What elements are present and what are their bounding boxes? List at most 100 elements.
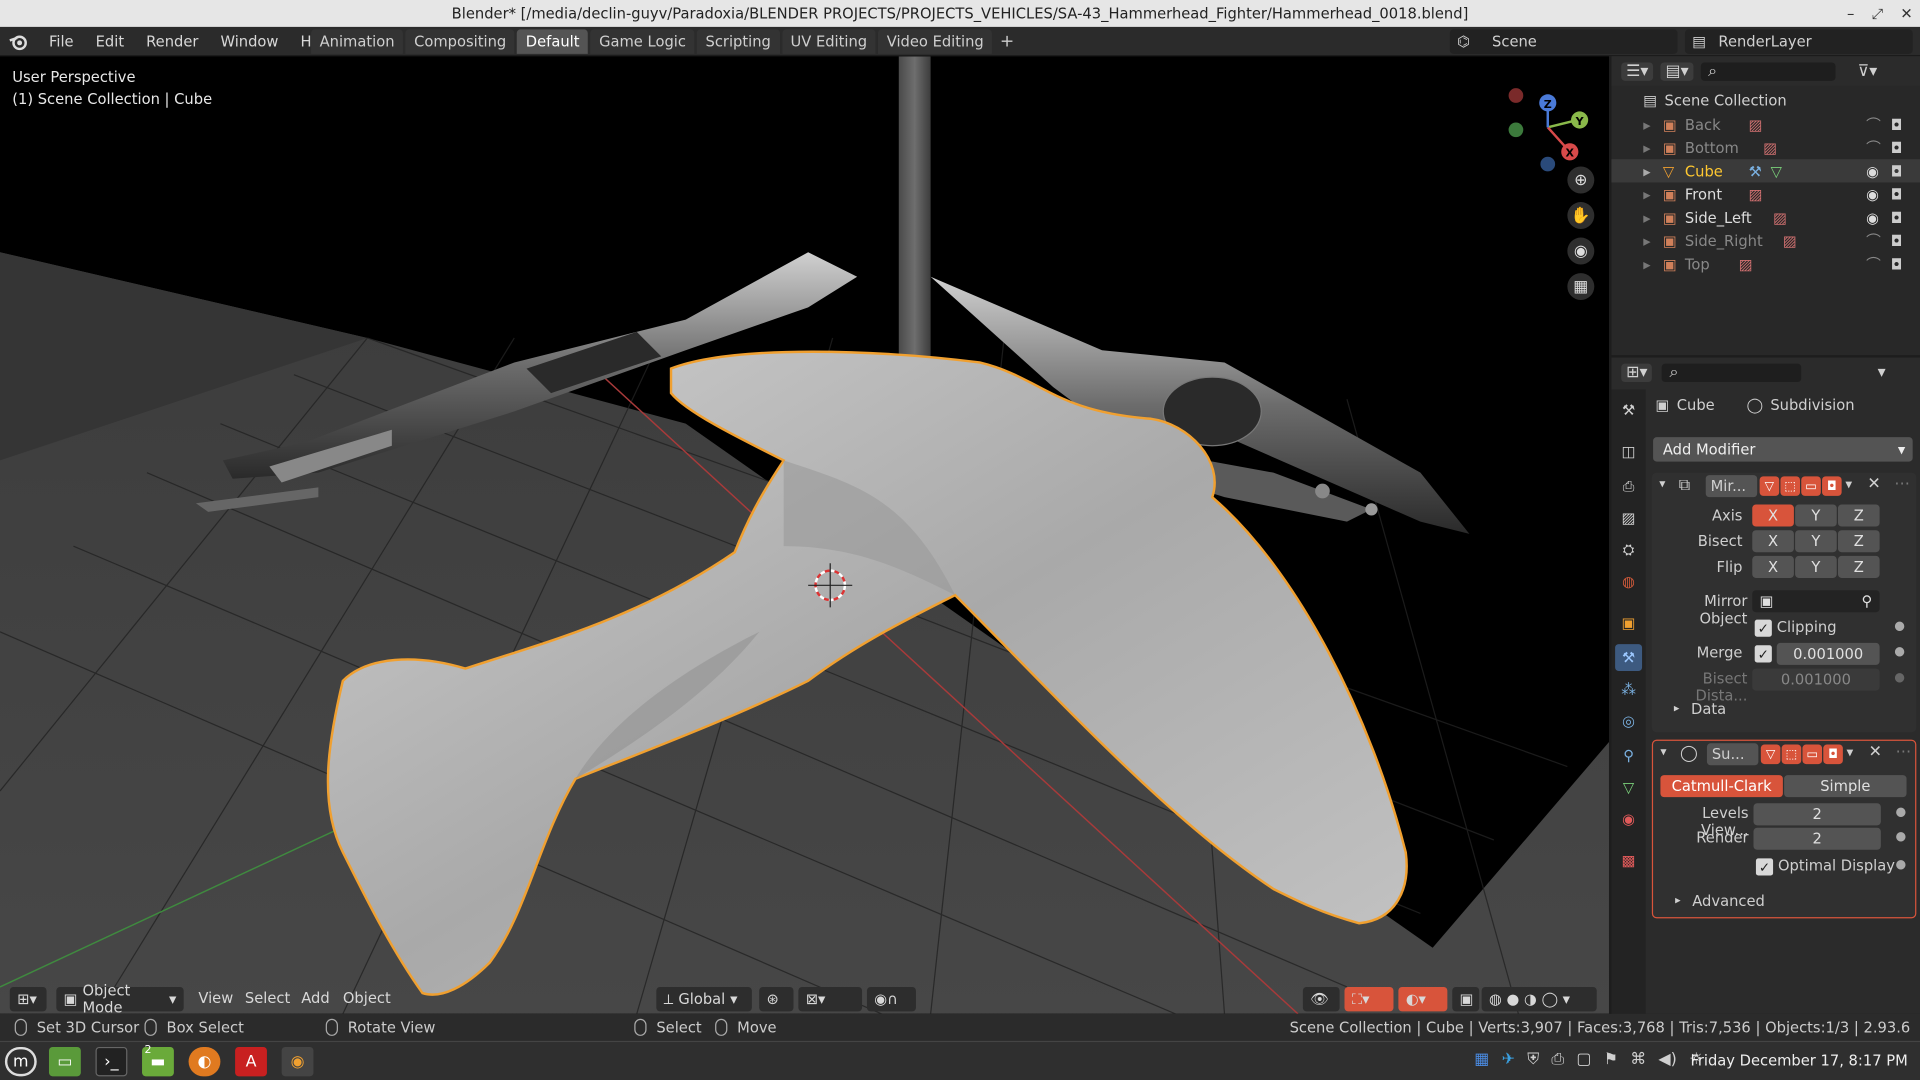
edit-mode-icon[interactable]: ▽ bbox=[1760, 744, 1781, 765]
eyedropper-icon[interactable]: ⚲ bbox=[1861, 593, 1872, 610]
select-menu[interactable]: Select bbox=[245, 989, 290, 1006]
collapse-icon[interactable]: ▾ bbox=[1659, 478, 1665, 491]
expand-icon[interactable]: ▸ bbox=[1643, 116, 1650, 133]
merge-checkbox[interactable]: ✓ bbox=[1754, 645, 1772, 663]
expand-icon[interactable]: ▸ bbox=[1643, 209, 1650, 226]
bisect-y-toggle[interactable]: Y bbox=[1795, 530, 1837, 553]
outliner-item-selected[interactable]: ▸ ▽ Cube ⚒ ▽ ◉ ◘ bbox=[1611, 159, 1920, 183]
world-tab-icon[interactable]: ◍ bbox=[1615, 568, 1642, 595]
eye-closed-icon[interactable]: ⌒ bbox=[1866, 230, 1881, 251]
texture-tab-icon[interactable]: ▩ bbox=[1615, 847, 1642, 874]
tab-scripting[interactable]: Scripting bbox=[696, 29, 780, 54]
render-toggle-icon[interactable]: ◘ bbox=[1822, 476, 1842, 496]
render-levels-field[interactable]: 2 bbox=[1753, 827, 1881, 850]
perspective-grid-icon[interactable]: ▦ bbox=[1567, 273, 1595, 301]
bisect-distance-field[interactable]: 0.001000 bbox=[1752, 668, 1880, 691]
pivot-icon[interactable]: ⊛ bbox=[759, 986, 794, 1012]
mode-selector[interactable]: ▣ Object Mode ▾ bbox=[56, 982, 184, 1014]
viewport-scene[interactable] bbox=[0, 56, 1609, 1014]
tab-animation[interactable]: Animation bbox=[311, 29, 404, 54]
maximize-button[interactable]: ⤢ bbox=[1871, 0, 1883, 27]
gizmo-toggle-icon[interactable]: ⛶▾ bbox=[1344, 986, 1394, 1012]
material-tab-icon[interactable]: ◉ bbox=[1615, 806, 1642, 833]
outliner-item[interactable]: ▸ ▣ Side_Left ▨ ◉ ◘ bbox=[1611, 206, 1920, 229]
render-toggle-icon[interactable]: ◘ bbox=[1823, 744, 1843, 765]
expand-icon[interactable]: ▸ bbox=[1643, 139, 1650, 156]
tab-video-editing[interactable]: Video Editing bbox=[878, 29, 993, 54]
tab-uv-editing[interactable]: UV Editing bbox=[781, 29, 876, 54]
expand-icon[interactable]: ▸ bbox=[1643, 162, 1650, 179]
simple-button[interactable]: Simple bbox=[1784, 775, 1907, 798]
outliner-item[interactable]: ▸ ▣ Front ▨ ◉ ◘ bbox=[1611, 182, 1920, 205]
expand-icon[interactable]: ▸ bbox=[1675, 895, 1681, 907]
constraints-tab-icon[interactable]: ⚲ bbox=[1615, 742, 1642, 769]
edit-mode-icon[interactable]: ▽ bbox=[1759, 476, 1780, 496]
subsurf-name-field[interactable]: Su... bbox=[1706, 743, 1759, 766]
render-tab-icon[interactable]: ◫ bbox=[1615, 438, 1642, 465]
cage-icon[interactable]: ⬚ bbox=[1781, 744, 1802, 765]
outliner-item[interactable]: ▸ ▣ Back ▨ ⌒ ◘ bbox=[1611, 113, 1920, 136]
firefox-icon[interactable]: ◐ bbox=[188, 1046, 221, 1077]
add-menu[interactable]: Add bbox=[301, 989, 329, 1006]
3d-viewport[interactable]: User Perspective (1) Scene Collection | … bbox=[0, 56, 1609, 1014]
view-menu[interactable]: View bbox=[198, 989, 233, 1006]
object-menu[interactable]: Object bbox=[343, 989, 391, 1006]
cage-icon[interactable]: ⬚ bbox=[1780, 476, 1801, 496]
flip-x-toggle[interactable]: X bbox=[1752, 555, 1794, 578]
terminal-icon[interactable]: ›_ bbox=[95, 1046, 128, 1077]
blender-taskbar-icon[interactable]: ◉ bbox=[281, 1046, 314, 1077]
axis-z-toggle[interactable]: Z bbox=[1837, 504, 1880, 527]
keyframe-dot-icon[interactable]: ● bbox=[1894, 645, 1905, 658]
expand-icon[interactable]: ▸ bbox=[1674, 703, 1680, 715]
flip-y-toggle[interactable]: Y bbox=[1795, 555, 1837, 578]
blender-logo-icon[interactable] bbox=[7, 31, 29, 53]
orientation-selector[interactable]: ⟂ Global ▾ bbox=[656, 986, 752, 1012]
snap-icon[interactable]: ⊠▾ bbox=[798, 986, 863, 1012]
particles-tab-icon[interactable]: ⁂ bbox=[1615, 676, 1642, 703]
pan-hand-icon[interactable]: ✋ bbox=[1567, 202, 1595, 229]
tab-default[interactable]: Default bbox=[517, 29, 589, 54]
tab-game-logic[interactable]: Game Logic bbox=[590, 29, 695, 54]
outliner-item[interactable]: ▸ ▣ Side_Right ▨ ⌒ ◘ bbox=[1611, 229, 1920, 252]
camera-icon[interactable]: ◘ bbox=[1891, 232, 1903, 249]
bisect-x-toggle[interactable]: X bbox=[1752, 530, 1794, 553]
app-launcher-icon[interactable]: A bbox=[235, 1046, 267, 1077]
levels-viewport-field[interactable]: 2 bbox=[1753, 803, 1881, 826]
keyframe-dot-icon[interactable]: ● bbox=[1896, 830, 1907, 843]
outliner-item[interactable]: ▸ ▣ Bottom ▨ ⌒ ◘ bbox=[1611, 136, 1920, 159]
add-workspace-button[interactable]: + bbox=[995, 29, 1019, 53]
render-layer-selector[interactable]: ▤ RenderLayer bbox=[1684, 29, 1913, 54]
chevron-down-icon[interactable]: ▾ bbox=[1845, 476, 1852, 492]
data-subpanel-label[interactable]: Data bbox=[1691, 700, 1726, 717]
zoom-icon[interactable]: ⊕ bbox=[1567, 166, 1595, 194]
expand-icon[interactable]: ▸ bbox=[1643, 255, 1650, 272]
axis-y-toggle[interactable]: Y bbox=[1795, 504, 1837, 527]
network-icon[interactable]: ⌘ bbox=[1630, 1051, 1646, 1069]
advanced-subpanel-label[interactable]: Advanced bbox=[1692, 893, 1765, 910]
eye-icon[interactable]: ◉ bbox=[1866, 186, 1879, 203]
axis-x-toggle[interactable]: X bbox=[1752, 504, 1794, 527]
keyframe-dot-icon[interactable]: ● bbox=[1896, 806, 1907, 819]
close-button[interactable]: ✕ bbox=[1900, 0, 1912, 27]
catmull-clark-button[interactable]: Catmull-Clark bbox=[1660, 775, 1783, 798]
object-tab-icon[interactable]: ▣ bbox=[1615, 610, 1642, 637]
overlay-toggle-icon[interactable]: ◐▾ bbox=[1398, 986, 1448, 1012]
camera-icon[interactable]: ◘ bbox=[1891, 255, 1903, 272]
keyboard-layout-icon[interactable]: ⚑ bbox=[1604, 1051, 1618, 1069]
eye-closed-icon[interactable]: ⌒ bbox=[1866, 253, 1881, 274]
proportional-edit-icon[interactable]: ◉∩ bbox=[866, 986, 916, 1012]
camera-icon[interactable]: ◘ bbox=[1891, 162, 1903, 179]
filter-icon[interactable]: ⊽▾ bbox=[1858, 62, 1878, 80]
keyframe-dot-icon[interactable]: ● bbox=[1896, 858, 1907, 871]
optimal-display-checkbox[interactable]: ✓ bbox=[1755, 858, 1774, 876]
expand-icon[interactable]: ▸ bbox=[1643, 186, 1650, 203]
camera-icon[interactable]: ◘ bbox=[1891, 186, 1903, 203]
mirror-name-field[interactable]: Mir... bbox=[1705, 475, 1758, 498]
scene-tab-icon[interactable]: ⛭ bbox=[1615, 536, 1642, 563]
outliner-item[interactable]: ▸ ▣ Top ▨ ⌒ ◘ bbox=[1611, 252, 1920, 275]
flip-z-toggle[interactable]: Z bbox=[1837, 555, 1880, 578]
output-tab-icon[interactable]: ⎙ bbox=[1615, 473, 1642, 500]
add-modifier-button[interactable]: Add Modifier ▾ bbox=[1653, 437, 1913, 462]
keyframe-dot-icon[interactable]: ● bbox=[1894, 620, 1905, 633]
scene-selector[interactable]: ⌬ Scene bbox=[1449, 29, 1678, 54]
